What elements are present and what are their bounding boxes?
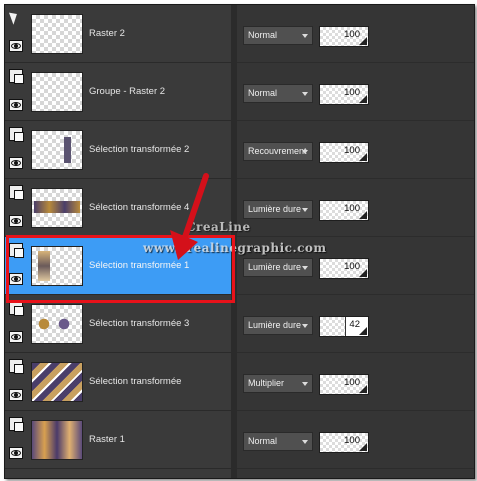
chevron-down-icon bbox=[302, 34, 308, 38]
layer-icons bbox=[9, 301, 25, 343]
layer-icons bbox=[9, 417, 25, 459]
layer-properties-row: Multiplier 100 bbox=[237, 353, 474, 411]
opacity-field[interactable]: 100 bbox=[319, 84, 369, 105]
visibility-eye-icon[interactable] bbox=[9, 99, 23, 111]
blend-mode-label: Normal bbox=[248, 88, 278, 98]
blend-mode-dropdown[interactable]: Multiplier bbox=[243, 374, 313, 393]
layer-icons bbox=[9, 127, 25, 169]
opacity-value: 100 bbox=[344, 203, 360, 214]
layer-row[interactable]: Sélection transformée bbox=[5, 353, 231, 411]
blend-mode-label: Lumière dure bbox=[248, 262, 302, 272]
opacity-slider-handle[interactable] bbox=[359, 95, 367, 103]
opacity-slider-handle[interactable] bbox=[359, 327, 367, 335]
blend-mode-label: Lumière dure bbox=[248, 320, 302, 330]
layer-row[interactable]: Raster 2 bbox=[5, 5, 231, 63]
blend-mode-dropdown[interactable]: Lumière dure bbox=[243, 316, 313, 335]
opacity-slider-handle[interactable] bbox=[359, 443, 367, 451]
layer-icons bbox=[9, 185, 25, 227]
chevron-down-icon bbox=[302, 92, 308, 96]
layer-row[interactable]: Raster 1 bbox=[5, 411, 231, 469]
blend-mode-dropdown[interactable]: Lumière dure bbox=[243, 258, 313, 277]
layer-thumbnail bbox=[31, 362, 83, 402]
layer-row[interactable]: Groupe - Raster 2 bbox=[5, 63, 231, 121]
layer-thumbnail bbox=[31, 130, 83, 170]
opacity-field[interactable]: 100 bbox=[319, 258, 369, 279]
opacity-slider-handle[interactable] bbox=[359, 211, 367, 219]
blend-mode-dropdown[interactable]: Normal bbox=[243, 84, 313, 103]
chevron-down-icon bbox=[302, 324, 308, 328]
visibility-eye-icon[interactable] bbox=[9, 447, 23, 459]
layer-properties-row: Lumière dure 100 bbox=[237, 179, 474, 237]
layer-thumbnail bbox=[31, 72, 83, 112]
opacity-slider-handle[interactable] bbox=[359, 269, 367, 277]
visibility-eye-icon[interactable] bbox=[9, 40, 23, 52]
visibility-eye-icon[interactable] bbox=[9, 331, 23, 343]
opacity-slider-handle[interactable] bbox=[359, 37, 367, 45]
layer-type-icon bbox=[9, 417, 24, 432]
opacity-value: 100 bbox=[344, 435, 360, 446]
opacity-slider-handle[interactable] bbox=[359, 153, 367, 161]
layer-type-icon bbox=[9, 359, 24, 374]
blend-mode-label: Lumière dure bbox=[248, 204, 302, 214]
layer-properties-row: Recouvrement 100 bbox=[237, 121, 474, 179]
layer-icons bbox=[9, 359, 25, 401]
opacity-field[interactable]: 100 bbox=[319, 432, 369, 453]
chevron-down-icon bbox=[302, 266, 308, 270]
blend-mode-dropdown[interactable]: Recouvrement bbox=[243, 142, 313, 161]
layer-name: Sélection transformée 2 bbox=[89, 144, 190, 155]
layer-name: Sélection transformée 3 bbox=[89, 318, 190, 329]
blend-mode-label: Recouvrement bbox=[248, 146, 307, 156]
layer-type-icon bbox=[9, 127, 24, 142]
visibility-eye-icon[interactable] bbox=[9, 215, 23, 227]
chevron-down-icon bbox=[302, 208, 308, 212]
visibility-eye-icon[interactable] bbox=[9, 157, 23, 169]
red-arrow-icon bbox=[170, 173, 209, 260]
visibility-eye-icon[interactable] bbox=[9, 389, 23, 401]
opacity-value: 100 bbox=[344, 29, 360, 40]
layer-type-icon bbox=[9, 301, 24, 316]
chevron-down-icon bbox=[302, 382, 308, 386]
blend-mode-label: Normal bbox=[248, 30, 278, 40]
blend-mode-dropdown[interactable]: Normal bbox=[243, 26, 313, 45]
opacity-slider-handle[interactable] bbox=[359, 385, 367, 393]
blend-mode-dropdown[interactable]: Lumière dure bbox=[243, 200, 313, 219]
opacity-field[interactable]: 100 bbox=[319, 374, 369, 395]
layer-thumbnail bbox=[31, 14, 83, 54]
layer-icons bbox=[8, 10, 25, 52]
opacity-field[interactable]: 100 bbox=[319, 142, 369, 163]
chevron-down-icon bbox=[302, 440, 308, 444]
cursor-icon bbox=[8, 10, 21, 25]
layer-name: Raster 1 bbox=[89, 434, 125, 445]
layer-properties-row: Lumière dure 42 bbox=[237, 295, 474, 353]
opacity-field[interactable]: 100 bbox=[319, 26, 369, 47]
opacity-field[interactable]: 42 bbox=[319, 316, 369, 337]
layer-properties-row: Normal 100 bbox=[237, 63, 474, 121]
layer-thumbnail bbox=[31, 304, 83, 344]
blend-mode-dropdown[interactable]: Normal bbox=[243, 432, 313, 451]
layer-thumbnail bbox=[31, 420, 83, 460]
blend-mode-label: Multiplier bbox=[248, 378, 285, 388]
opacity-value: 100 bbox=[344, 87, 360, 98]
layer-thumbnail bbox=[31, 188, 83, 228]
layer-type-icon bbox=[9, 185, 24, 200]
layer-row[interactable]: Sélection transformée 3 bbox=[5, 295, 231, 353]
chevron-down-icon bbox=[302, 150, 308, 154]
layer-properties-row: Normal 100 bbox=[237, 5, 474, 63]
opacity-value: 100 bbox=[344, 261, 360, 272]
layer-name: Sélection transformée bbox=[89, 376, 182, 387]
layer-properties-row: Normal 100 bbox=[237, 411, 474, 469]
layer-name: Raster 2 bbox=[89, 28, 125, 39]
layer-row[interactable]: Sélection transformée 2 bbox=[5, 121, 231, 179]
layer-icons bbox=[9, 69, 25, 111]
opacity-value: 100 bbox=[344, 377, 360, 388]
opacity-value: 100 bbox=[344, 145, 360, 156]
opacity-field[interactable]: 100 bbox=[319, 200, 369, 221]
blend-mode-label: Normal bbox=[248, 436, 278, 446]
layer-type-icon bbox=[9, 69, 24, 84]
layer-name: Groupe - Raster 2 bbox=[89, 86, 166, 97]
